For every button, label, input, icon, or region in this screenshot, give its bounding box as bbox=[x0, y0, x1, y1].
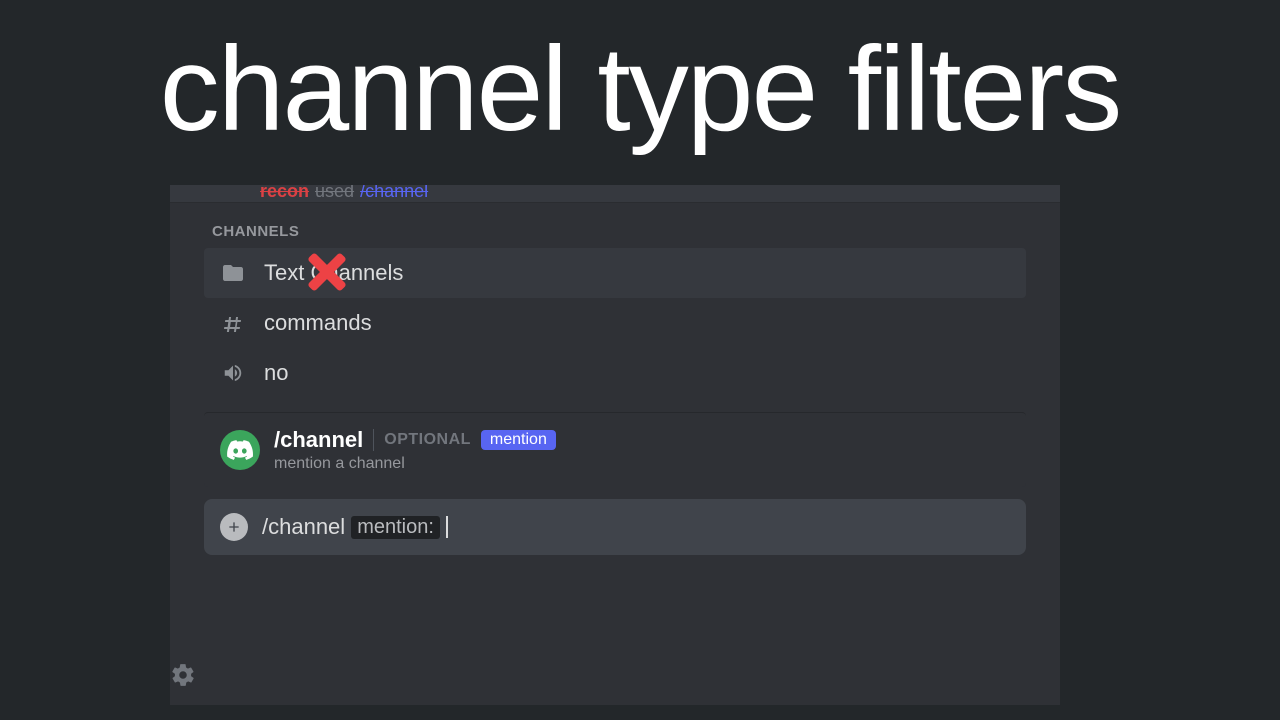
message-input[interactable]: /channel mention: bbox=[204, 499, 1026, 555]
page-title: channel type filters bbox=[0, 0, 1280, 158]
used-label: used bbox=[315, 185, 354, 202]
optional-label: OPTIONAL bbox=[384, 431, 471, 449]
input-command: /channel bbox=[262, 514, 345, 540]
divider bbox=[373, 429, 374, 451]
channel-autocomplete-popup: CHANNELS Text Channels commands no bbox=[204, 213, 1026, 398]
speaker-icon bbox=[220, 360, 246, 386]
cropped-top-bar: recon used /channel bbox=[170, 185, 1060, 203]
param-pill[interactable]: mention bbox=[481, 430, 556, 450]
channel-item-no[interactable]: no bbox=[204, 348, 1026, 398]
gear-icon bbox=[170, 662, 196, 693]
channel-item-text-channels[interactable]: Text Channels bbox=[204, 248, 1026, 298]
command-info-row[interactable]: /channel OPTIONAL mention mention a chan… bbox=[204, 412, 1026, 487]
discord-logo-icon bbox=[220, 430, 260, 470]
used-command: /channel bbox=[360, 185, 428, 202]
popup-header: CHANNELS bbox=[204, 213, 1026, 248]
channel-item-label: no bbox=[264, 360, 288, 386]
text-cursor bbox=[446, 516, 448, 538]
command-name: /channel bbox=[274, 427, 363, 453]
user-name: recon bbox=[260, 185, 309, 202]
channel-item-label: commands bbox=[264, 310, 372, 336]
channel-item-label: Text Channels bbox=[264, 260, 403, 286]
attachment-plus-button[interactable] bbox=[220, 513, 248, 541]
input-param-tag: mention: bbox=[351, 516, 440, 539]
folder-icon bbox=[220, 260, 246, 286]
hash-icon bbox=[220, 310, 246, 336]
command-description: mention a channel bbox=[274, 455, 556, 473]
channel-item-commands[interactable]: commands bbox=[204, 298, 1026, 348]
discord-screenshot: recon used /channel CHANNELS Text Channe… bbox=[170, 185, 1060, 705]
